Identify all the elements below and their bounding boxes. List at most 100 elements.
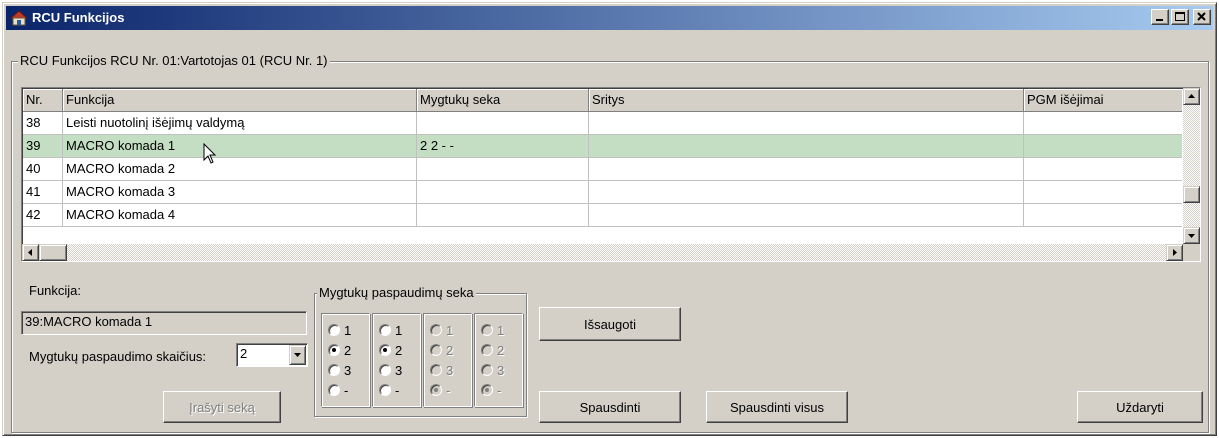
- cell-funkcija: Leisti nuotolinį išėjimų valdymą: [63, 112, 417, 135]
- close-button[interactable]: Uždaryti: [1077, 391, 1203, 423]
- cell-nr: 40: [23, 158, 63, 181]
- mouse-cursor-icon: [203, 143, 217, 164]
- maximize-icon: [1175, 12, 1185, 21]
- sequence-column-2: 1 2 3 -: [372, 313, 421, 407]
- cell-pgm: [1024, 181, 1182, 204]
- app-icon: [10, 10, 28, 26]
- count-dropdown-button[interactable]: [289, 345, 306, 365]
- scroll-down-button[interactable]: [1183, 227, 1200, 244]
- functions-grid[interactable]: Nr. Funkcija Mygtukų seka Sritys PGM išė…: [21, 87, 1201, 262]
- table-row[interactable]: 41 MACRO komada 3: [23, 181, 1182, 204]
- cell-pgm: [1024, 135, 1182, 158]
- scroll-up-button[interactable]: [1183, 88, 1200, 105]
- cell-funkcija: MACRO komada 2: [63, 158, 417, 181]
- cell-funkcija: MACRO komada 1: [63, 135, 417, 158]
- radio-3[interactable]: 3: [379, 362, 402, 378]
- cell-nr: 41: [23, 181, 63, 204]
- sequence-column-4: 1 2 3 -: [474, 313, 523, 407]
- grid-header-row: Nr. Funkcija Mygtukų seka Sritys PGM išė…: [23, 89, 1182, 112]
- radio-dash: -: [481, 382, 501, 398]
- table-row[interactable]: 40 MACRO komada 2: [23, 158, 1182, 181]
- arrow-right-icon: [1173, 249, 1177, 256]
- grid-vertical-scrollbar[interactable]: [1183, 88, 1200, 244]
- cell-pgm: [1024, 112, 1182, 135]
- scroll-thumb[interactable]: [1183, 186, 1200, 203]
- close-label: Uždaryti: [1116, 399, 1164, 415]
- cell-sritys: [589, 181, 1024, 204]
- sequence-group-legend: Mygtukų paspaudimų seka: [317, 285, 476, 300]
- arrow-down-icon: [1188, 234, 1195, 238]
- table-row[interactable]: 38 Leisti nuotolinį išėjimų valdymą: [23, 112, 1182, 135]
- radio-2: 2: [481, 342, 504, 358]
- chevron-down-icon: [294, 353, 301, 357]
- window-title: RCU Funkcijos: [32, 10, 125, 25]
- cell-funkcija: MACRO komada 4: [63, 204, 417, 227]
- arrow-up-icon: [1188, 94, 1195, 98]
- header-funkcija[interactable]: Funkcija: [63, 89, 417, 112]
- table-row[interactable]: 42 MACRO komada 4: [23, 204, 1182, 227]
- radio-dash[interactable]: -: [328, 382, 348, 398]
- radio-2: 2: [430, 342, 453, 358]
- cell-seka: [417, 181, 589, 204]
- cell-sritys: [589, 135, 1024, 158]
- save-label: Išsaugoti: [583, 316, 637, 332]
- radio-dash: -: [430, 382, 450, 398]
- minimize-icon: [1156, 19, 1163, 21]
- print-all-button[interactable]: Spausdinti visus: [706, 391, 848, 423]
- rcu-funkcijos-window: RCU Funkcijos RCU Funkcijos RCU Nr. 01:V…: [2, 2, 1217, 436]
- functions-group-legend: RCU Funkcijos RCU Nr. 01:Vartotojas 01 (…: [18, 53, 330, 68]
- close-icon: [1197, 12, 1206, 21]
- grid-body: Nr. Funkcija Mygtukų seka Sritys PGM išė…: [23, 89, 1182, 243]
- print-label: Spausdinti: [579, 399, 641, 415]
- scroll-corner: [1183, 244, 1200, 261]
- cell-seka: 2 2 - -: [417, 135, 589, 158]
- scroll-thumb-horizontal[interactable]: [39, 244, 67, 261]
- cell-funkcija: MACRO komada 3: [63, 181, 417, 204]
- sequence-column-3: 1 2 3 -: [423, 313, 472, 407]
- cell-pgm: [1024, 158, 1182, 181]
- header-mygtuku-seka[interactable]: Mygtukų seka: [417, 89, 589, 112]
- radio-3: 3: [481, 362, 504, 378]
- funkcija-label: Funkcija:: [29, 283, 82, 298]
- cell-nr: 42: [23, 204, 63, 227]
- radio-1: 1: [430, 322, 453, 338]
- count-label: Mygtukų paspaudimo skaičius:: [29, 349, 207, 364]
- arrow-left-icon: [28, 249, 32, 256]
- cell-nr: 39: [23, 135, 63, 158]
- scroll-left-button[interactable]: [22, 244, 39, 261]
- table-row-selected[interactable]: 39 MACRO komada 1 2 2 - -: [23, 135, 1182, 158]
- maximize-button[interactable]: [1171, 9, 1189, 25]
- radio-2[interactable]: 2: [328, 342, 351, 358]
- minimize-button[interactable]: [1151, 9, 1169, 25]
- save-button[interactable]: Išsaugoti: [539, 307, 681, 341]
- grid-horizontal-scrollbar[interactable]: [22, 244, 1183, 261]
- radio-1[interactable]: 1: [379, 322, 402, 338]
- header-sritys[interactable]: Sritys: [589, 89, 1024, 112]
- print-all-label: Spausdinti visus: [730, 399, 824, 415]
- cell-sritys: [589, 112, 1024, 135]
- cell-seka: [417, 204, 589, 227]
- cell-seka: [417, 158, 589, 181]
- funkcija-field: 39:MACRO komada 1: [21, 311, 307, 335]
- cell-sritys: [589, 204, 1024, 227]
- cell-nr: 38: [23, 112, 63, 135]
- title-bar[interactable]: RCU Funkcijos: [6, 6, 1213, 30]
- count-select-value: 2: [240, 346, 248, 361]
- cell-sritys: [589, 158, 1024, 181]
- radio-2[interactable]: 2: [379, 342, 402, 358]
- radio-dash[interactable]: -: [379, 382, 399, 398]
- radio-1[interactable]: 1: [328, 322, 351, 338]
- write-sequence-button[interactable]: Įrašyti seką: [163, 391, 281, 423]
- cell-pgm: [1024, 204, 1182, 227]
- header-nr[interactable]: Nr.: [23, 89, 63, 112]
- print-button[interactable]: Spausdinti: [539, 391, 681, 423]
- radio-1: 1: [481, 322, 504, 338]
- close-window-button[interactable]: [1193, 9, 1211, 25]
- write-sequence-label: Įrašyti seką: [189, 399, 255, 415]
- cell-seka: [417, 112, 589, 135]
- radio-3[interactable]: 3: [328, 362, 351, 378]
- count-select[interactable]: 2: [236, 343, 308, 367]
- radio-3: 3: [430, 362, 453, 378]
- scroll-right-button[interactable]: [1166, 244, 1183, 261]
- header-pgm[interactable]: PGM išėjimai: [1024, 89, 1182, 112]
